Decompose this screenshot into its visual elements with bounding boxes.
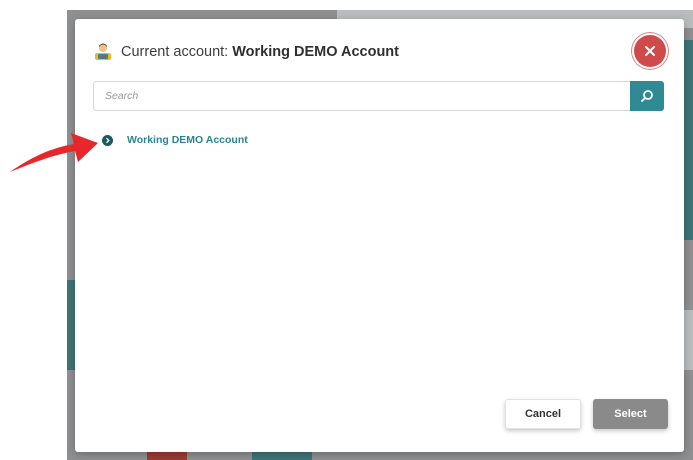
background-panel [67, 280, 75, 370]
account-select-dialog: Current account: Working DEMO Account Se… [75, 19, 684, 452]
dialog-title-prefix: Current account: [121, 44, 233, 60]
account-user-icon [93, 42, 113, 62]
close-icon [645, 46, 655, 56]
dialog-title: Current account: Working DEMO Account [121, 44, 399, 60]
select-button[interactable]: Select [593, 399, 668, 429]
background-panel [684, 310, 693, 370]
background-panel [252, 452, 312, 460]
red-arrow-icon [10, 133, 98, 172]
account-list-item[interactable]: Working DEMO Account [102, 134, 248, 146]
search-button[interactable] [630, 81, 664, 111]
search-bar [93, 81, 664, 111]
account-name[interactable]: Working DEMO Account [127, 134, 248, 146]
search-icon [641, 90, 653, 102]
search-input[interactable] [93, 81, 630, 111]
background-panel [147, 452, 187, 460]
dialog-header: Current account: Working DEMO Account [93, 41, 399, 63]
current-account-name: Working DEMO Account [232, 44, 399, 60]
background-panel [684, 40, 693, 240]
chevron-right-icon[interactable] [102, 134, 113, 146]
cancel-button[interactable]: Cancel [505, 399, 581, 429]
screen: Current account: Working DEMO Account Se… [0, 0, 693, 460]
close-button[interactable] [634, 35, 666, 67]
